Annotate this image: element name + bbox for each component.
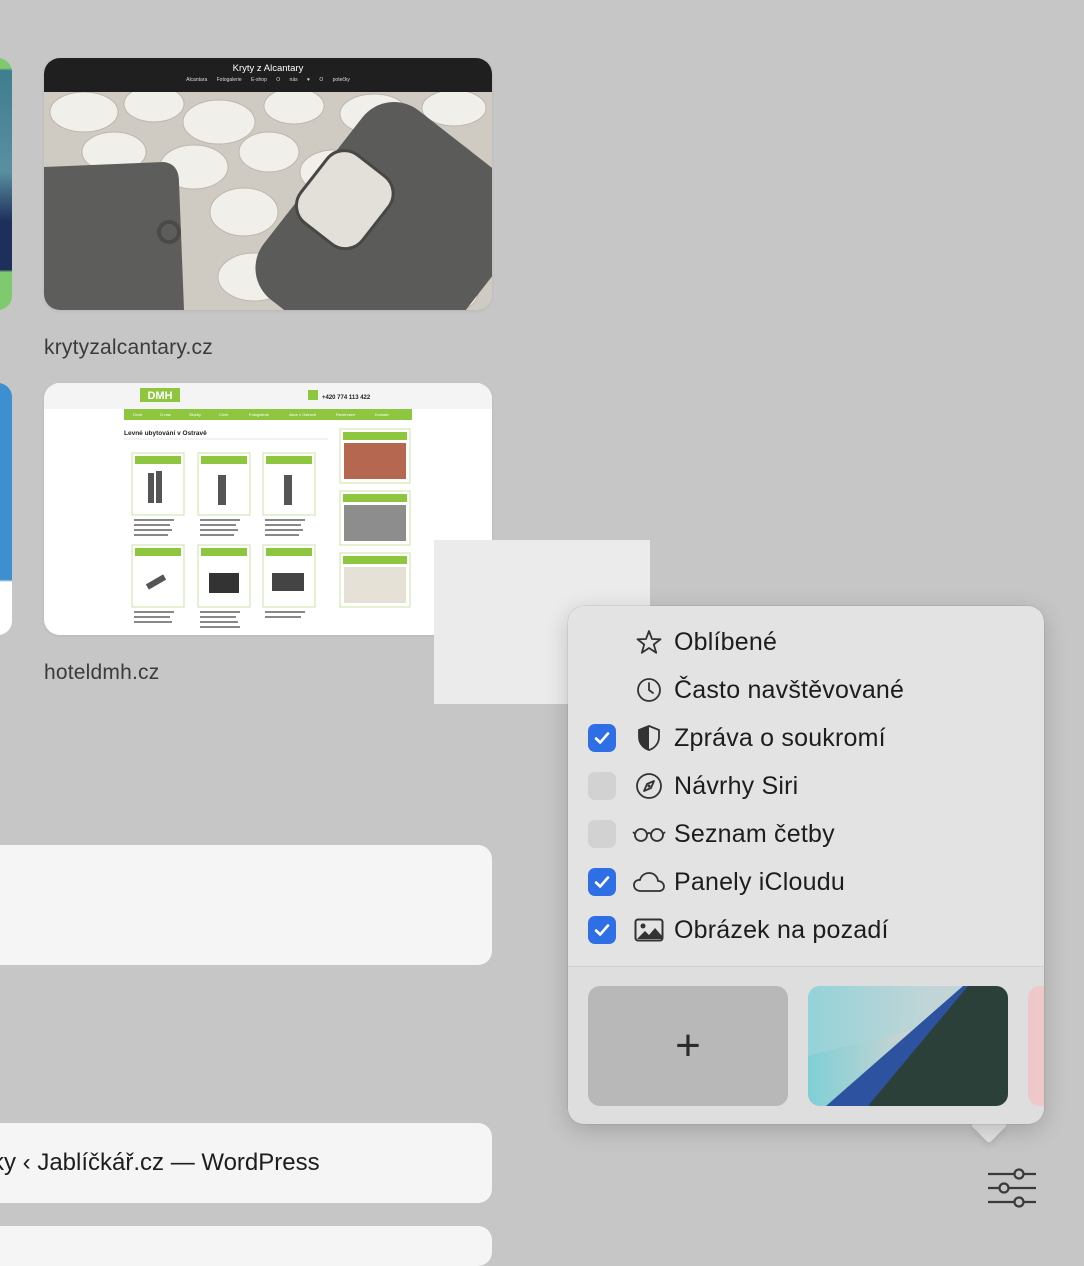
cloud-icon (632, 867, 666, 897)
site-nav-item: ♥ O potečky (307, 77, 350, 83)
option-label: Oblíbené (674, 627, 778, 656)
star-icon (632, 627, 666, 657)
site-nav-item: E-shop (251, 77, 267, 83)
option-label: Často navštěvované (674, 675, 905, 704)
customize-settings-button[interactable] (984, 1164, 1040, 1212)
thumbnail-caption: krytyzalcantary.cz (44, 336, 213, 359)
checkbox-checked[interactable] (588, 868, 616, 896)
partial-card-left-1[interactable] (0, 58, 12, 310)
option-background-image[interactable]: Obrázek na pozadí (588, 912, 889, 948)
hero-image (44, 92, 492, 310)
add-background-button[interactable]: + (588, 986, 788, 1106)
site-header: Kryty z Alcantary Alcantara Fotogalerie … (44, 58, 492, 92)
option-siri-suggestions[interactable]: Návrhy Siri (588, 768, 798, 804)
site-nav: Alcantara Fotogalerie E-shop O nás ♥ O p… (44, 77, 492, 83)
site-nav-item: Fotogalerie (216, 77, 242, 83)
hotel-nav-item: Kontakt (375, 412, 389, 417)
list-item[interactable] (0, 1226, 492, 1266)
divider (568, 966, 1044, 967)
list-item-title: vky ‹ Jablíčkář.cz — WordPress (0, 1149, 320, 1176)
hotel-logo-text: DMH (147, 390, 172, 402)
list-item[interactable] (0, 845, 492, 965)
option-label: Panely iCloudu (674, 867, 845, 896)
favorite-thumbnail-krytyzalcantary[interactable]: Kryty z Alcantary Alcantara Fotogalerie … (44, 58, 492, 310)
hotel-nav-item: Cíník (219, 412, 228, 417)
hotel-nav-item: Fotogalerie (249, 412, 270, 417)
option-reading-list[interactable]: Seznam četby (588, 816, 835, 852)
site-nav-item: O nás (276, 77, 298, 83)
partial-card-left-2[interactable] (0, 383, 12, 635)
photo-icon (632, 915, 666, 945)
favorite-thumbnail-hoteldmh[interactable]: DMH +420 774 113 422 Úvod O nás Služby C… (44, 383, 492, 635)
hotel-phone: +420 774 113 422 (322, 395, 371, 401)
hotel-nav-item: O nás (160, 412, 171, 417)
background-thumbnail[interactable] (1028, 986, 1044, 1106)
site-preview: DMH +420 774 113 422 Úvod O nás Služby C… (44, 383, 492, 635)
background-thumbnail[interactable] (808, 986, 1008, 1106)
checkbox-checked[interactable] (588, 916, 616, 944)
checkbox (588, 676, 616, 704)
checkmark-icon (594, 876, 610, 888)
checkbox-checked[interactable] (588, 724, 616, 752)
site-nav-item: Alcantara (186, 77, 208, 83)
glasses-icon (632, 819, 666, 849)
option-label: Seznam četby (674, 819, 835, 848)
checkbox-unchecked[interactable] (588, 820, 616, 848)
option-favorites[interactable]: Oblíbené (588, 624, 777, 660)
checkmark-icon (594, 732, 610, 744)
hotel-nav-item: Akce v Ostravě (289, 412, 317, 417)
clock-icon (632, 675, 666, 705)
checkbox (588, 628, 616, 656)
option-frequently-visited[interactable]: Často navštěvované (588, 672, 904, 708)
option-label: Zpráva o soukromí (674, 723, 886, 752)
checkmark-icon (594, 924, 610, 936)
shield-icon (632, 723, 666, 753)
option-label: Návrhy Siri (674, 771, 799, 800)
thumbnail-caption: hoteldmh.cz (44, 661, 160, 684)
list-item[interactable]: vky ‹ Jablíčkář.cz — WordPress (0, 1123, 492, 1203)
hotel-heading: Levné ubytování v Ostravě (124, 430, 207, 437)
hotel-nav-item: Rezervace (336, 412, 356, 417)
plus-icon: + (675, 1021, 701, 1070)
option-label: Obrázek na pozadí (674, 915, 889, 944)
customize-start-page-popover: Oblíbené Často navštěvované Zpráva o sou… (568, 606, 1044, 1124)
option-privacy-report[interactable]: Zpráva o soukromí (588, 720, 886, 756)
site-title: Kryty z Alcantary (232, 63, 304, 74)
option-icloud-tabs[interactable]: Panely iCloudu (588, 864, 845, 900)
compass-icon (632, 771, 666, 801)
sliders-icon (988, 1168, 1036, 1208)
hotel-nav-item: Služby (189, 412, 201, 417)
checkbox-unchecked[interactable] (588, 772, 616, 800)
hotel-nav-item: Úvod (133, 412, 142, 417)
